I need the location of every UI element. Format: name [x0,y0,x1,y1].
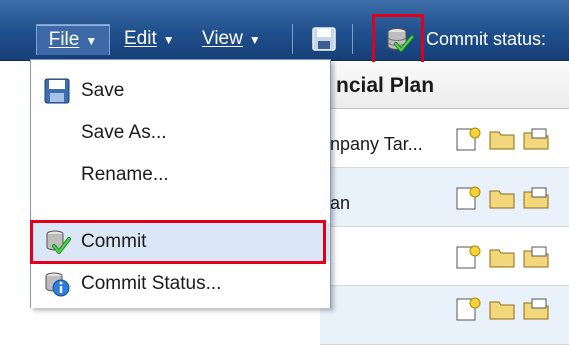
edit-menu-label: Edit [124,28,157,49]
row-actions [454,244,552,270]
save-icon [44,78,70,104]
toolbar-separator [352,24,353,54]
row-name: npany Tar... [330,134,423,154]
view-menu-label: View [202,28,243,49]
open-folder-icon[interactable] [488,126,518,152]
edit-menu-button[interactable]: Edit ▼ [124,24,175,54]
new-document-icon[interactable] [454,244,484,270]
folder-documents-icon[interactable] [522,185,552,211]
menu-item-label: Save As... [81,122,167,143]
commit-status-text: Commit status: [426,28,547,49]
commit-status-icon [45,272,70,297]
menu-item-label: Rename... [81,164,169,185]
menu-item-label: Commit Status... [81,273,222,294]
open-folder-icon[interactable] [488,244,518,270]
folder-documents-icon[interactable] [522,126,552,152]
row-name: an [330,193,351,213]
new-document-icon[interactable] [454,296,484,322]
menu-item-save-as[interactable]: Save As... [31,114,330,152]
save-icon [312,27,336,51]
menu-item-commit-status[interactable]: Commit Status... [31,265,330,303]
file-menu-button[interactable]: File ▼ [36,24,110,55]
open-folder-icon[interactable] [488,185,518,211]
menu-item-rename[interactable]: Rename... [31,156,330,194]
commit-status-label: Commit status: [426,24,546,54]
row-actions [454,185,552,211]
row-actions [454,296,552,322]
commit-toolbar-highlight [372,14,424,68]
save-toolbar-button[interactable] [312,27,336,51]
commit-menu-highlight [30,220,326,264]
view-menu-button[interactable]: View ▼ [202,24,261,54]
toolbar: File ▼ Edit ▼ View ▼ Commit status: [0,0,569,68]
folder-documents-icon[interactable] [522,296,552,322]
new-document-icon[interactable] [454,126,484,152]
toolbar-separator [292,24,293,54]
new-document-icon[interactable] [454,185,484,211]
chevron-down-icon: ▼ [85,34,98,48]
row-actions [454,126,552,152]
file-menu-dropdown: Save Save As... Rename... Commit Commit … [30,59,331,308]
menu-item-label: Save [81,80,125,101]
chevron-down-icon: ▼ [162,33,175,47]
chevron-down-icon: ▼ [248,33,261,47]
panel-title: ncial Plan [336,74,435,97]
open-folder-icon[interactable] [488,296,518,322]
folder-documents-icon[interactable] [522,244,552,270]
menu-item-save[interactable]: Save [31,72,330,110]
file-menu-label: File [48,29,80,50]
